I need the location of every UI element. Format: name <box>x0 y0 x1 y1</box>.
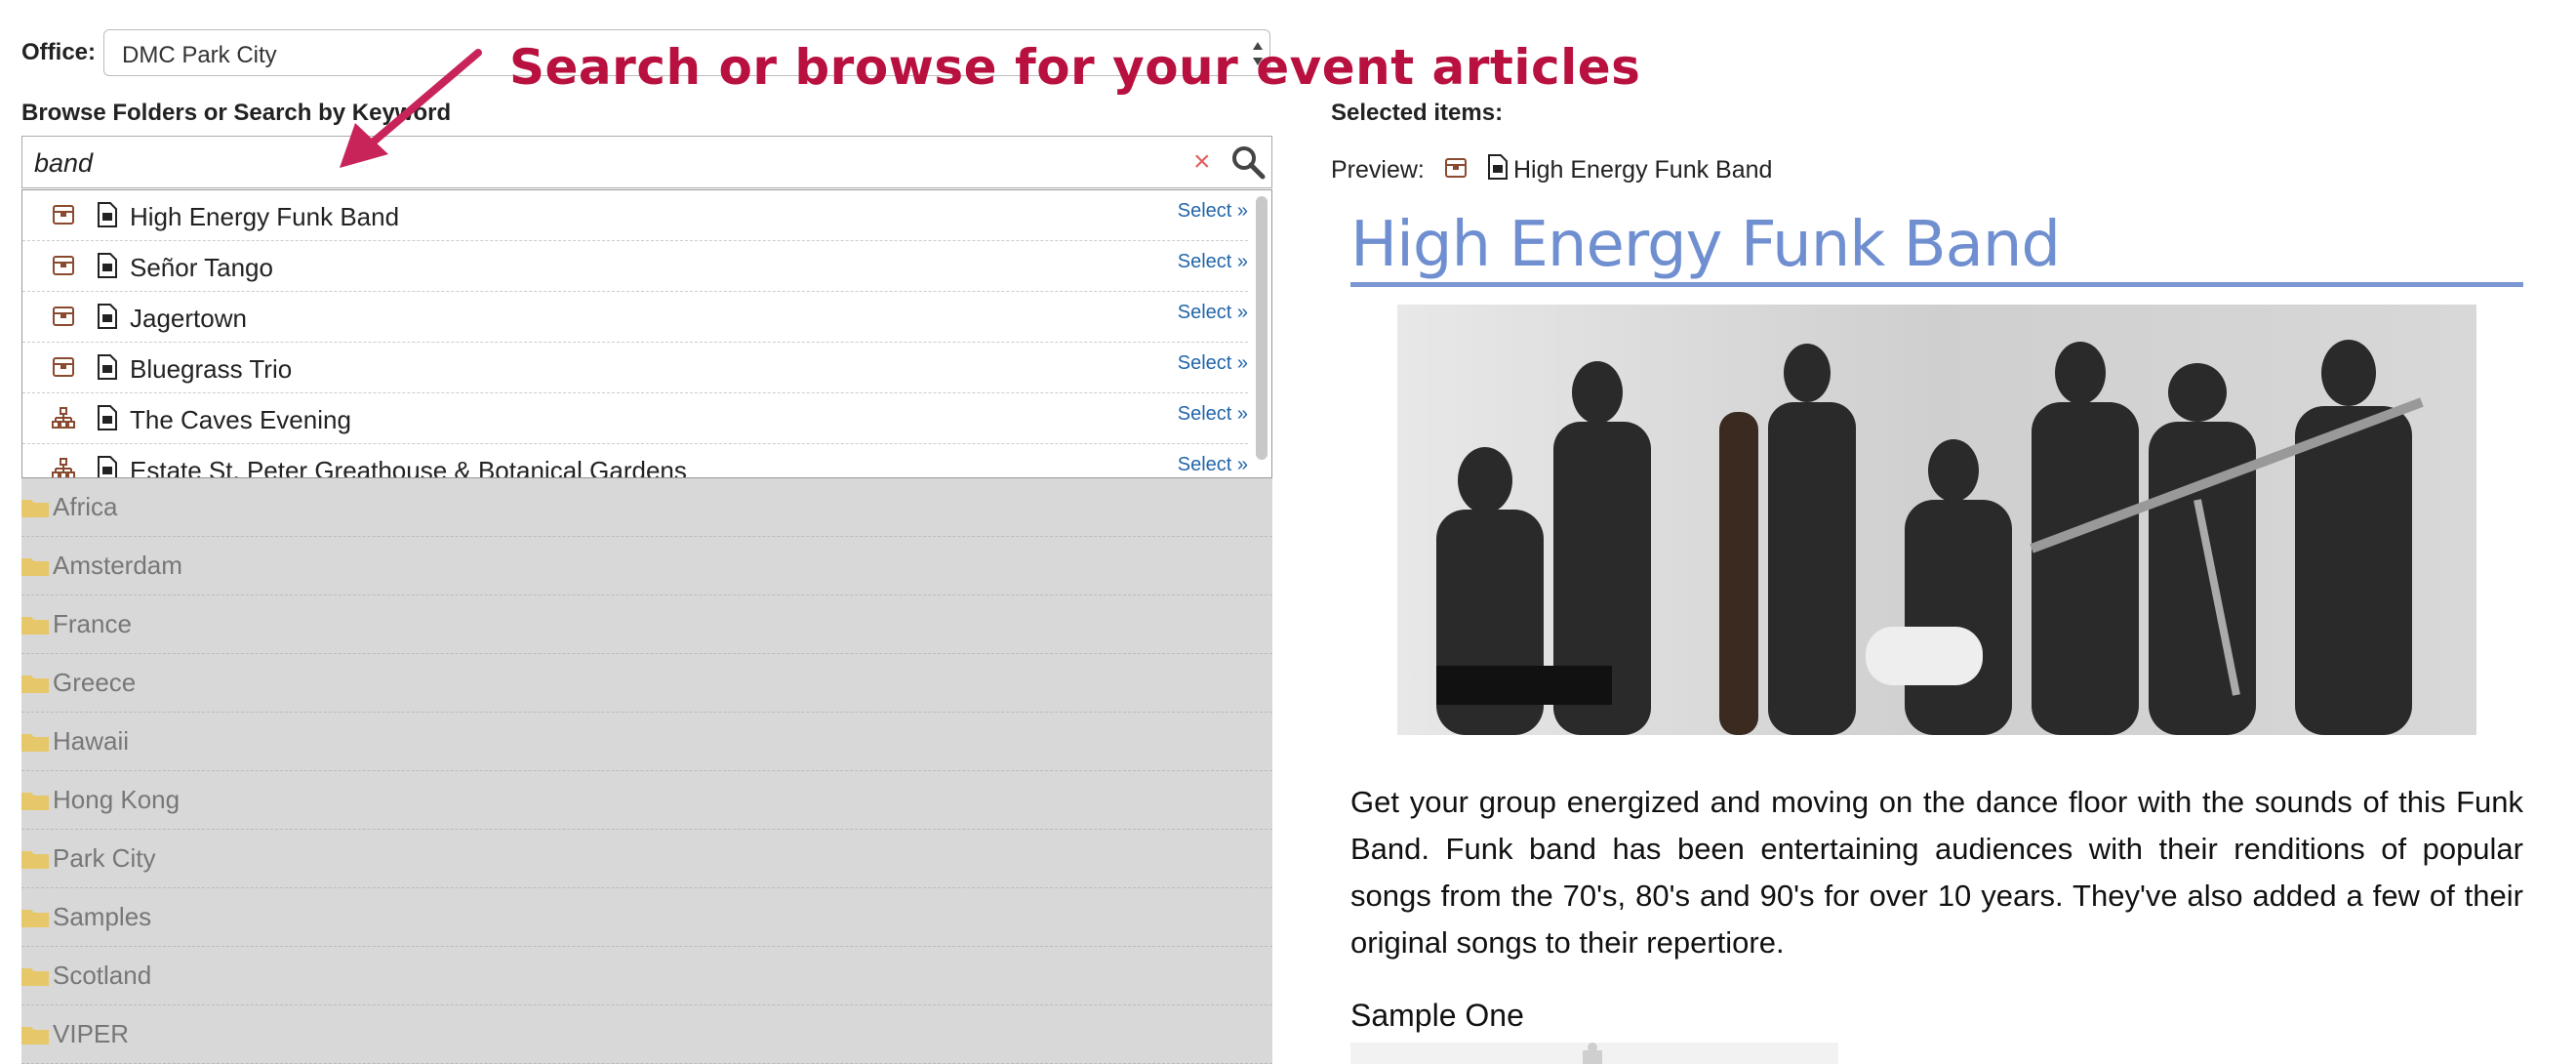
article-body: Get your group energized and moving on t… <box>1350 785 2523 960</box>
folder-item[interactable]: Africa <box>21 478 1272 537</box>
select-link[interactable]: Select » <box>1178 403 1248 426</box>
folder-name: Hong Kong <box>53 785 181 814</box>
select-link[interactable]: Select » <box>1178 251 1248 273</box>
band-photo <box>1397 305 2476 735</box>
result-name: Bluegrass Trio <box>130 354 293 384</box>
folder-name: Greece <box>53 668 137 697</box>
document-icon <box>98 253 117 278</box>
sitemap-icon <box>52 407 75 429</box>
office-select-value: DMC Park City <box>122 42 277 68</box>
folder-icon <box>21 968 49 986</box>
preview-item-name[interactable]: High Energy Funk Band <box>1513 156 1772 184</box>
result-name: Señor Tango <box>130 253 273 282</box>
folder-item[interactable]: France <box>21 595 1272 654</box>
result-row[interactable]: Bluegrass Trio Select » <box>22 343 1248 393</box>
folder-item[interactable]: Samples <box>21 888 1272 947</box>
title-divider <box>1350 282 2523 287</box>
document-icon <box>98 354 117 380</box>
folder-name: Park City <box>53 843 156 873</box>
folder-name: France <box>53 609 132 638</box>
document-icon <box>98 405 117 430</box>
package-icon <box>53 205 74 225</box>
document-icon <box>98 456 117 477</box>
package-icon <box>53 256 74 275</box>
package-icon <box>1445 158 1467 178</box>
sitemap-icon <box>52 458 75 477</box>
result-row[interactable]: Estate St. Peter Greathouse & Botanical … <box>22 444 1248 478</box>
preview-label: Preview: <box>1331 156 1425 184</box>
folder-item[interactable]: Scotland <box>21 947 1272 1005</box>
folder-icon <box>21 617 49 634</box>
folder-icon <box>21 1027 49 1044</box>
folder-item[interactable]: VIPER <box>21 1005 1272 1064</box>
search-results-list: High Energy Funk Band Select » Señor Tango… <box>21 189 1272 478</box>
sample-label: Sample One <box>1350 998 1524 1033</box>
folder-icon <box>21 734 49 752</box>
plugin-icon <box>1583 1043 1602 1064</box>
document-icon <box>1488 154 1508 180</box>
document-icon <box>98 202 117 227</box>
folder-name: Amsterdam <box>53 551 182 580</box>
article-title: High Energy Funk Band <box>1350 209 2061 281</box>
result-row[interactable]: High Energy Funk Band Select » <box>22 190 1248 241</box>
result-row[interactable]: Señor Tango Select » <box>22 241 1248 292</box>
select-link[interactable]: Select » <box>1178 352 1248 375</box>
folder-name: Scotland <box>53 961 152 990</box>
search-icon[interactable] <box>1230 144 1266 180</box>
result-name: Jagertown <box>130 304 247 333</box>
select-link[interactable]: Select » <box>1178 200 1248 223</box>
clear-icon[interactable]: × <box>1193 144 1211 180</box>
result-row[interactable]: Jagertown Select » <box>22 292 1248 343</box>
search-input[interactable] <box>32 144 1187 182</box>
folder-item[interactable]: Amsterdam <box>21 537 1272 595</box>
callout-arrow-icon <box>340 49 482 168</box>
result-name: High Energy Funk Band <box>130 202 400 231</box>
folder-item[interactable]: Park City <box>21 830 1272 888</box>
result-row[interactable]: The Caves Evening Select » <box>22 393 1248 444</box>
package-icon <box>53 357 74 377</box>
folder-icon <box>21 910 49 927</box>
folder-item[interactable]: Hong Kong <box>21 771 1272 830</box>
result-name: The Caves Evening <box>130 405 351 434</box>
folder-icon <box>21 500 49 517</box>
folder-icon <box>21 558 49 576</box>
results-scrollbar[interactable] <box>1256 196 1268 460</box>
folder-icon <box>21 851 49 869</box>
document-icon <box>98 304 117 329</box>
office-label: Office: <box>21 39 97 65</box>
folder-icon <box>21 675 49 693</box>
package-icon <box>53 307 74 326</box>
folder-icon <box>21 793 49 810</box>
folder-name: Africa <box>53 492 118 521</box>
folder-name: Hawaii <box>53 726 130 756</box>
search-box: × <box>21 136 1272 188</box>
folder-name: Samples <box>53 902 152 931</box>
folder-tree: Africa Amsterdam France Greece Hawaii Hong Ko… <box>21 478 1272 1064</box>
folder-name: VIPER <box>53 1019 130 1048</box>
select-link[interactable]: Select » <box>1178 454 1248 476</box>
result-name: Estate St. Peter Greathouse & Botanical … <box>130 456 687 478</box>
select-link[interactable]: Select » <box>1178 302 1248 324</box>
folder-item[interactable]: Greece <box>21 654 1272 713</box>
callout-text: Search or browse for your event articles <box>509 39 1641 96</box>
folder-item[interactable]: Hawaii <box>21 713 1272 771</box>
selected-items-label: Selected items: <box>1331 100 1504 126</box>
